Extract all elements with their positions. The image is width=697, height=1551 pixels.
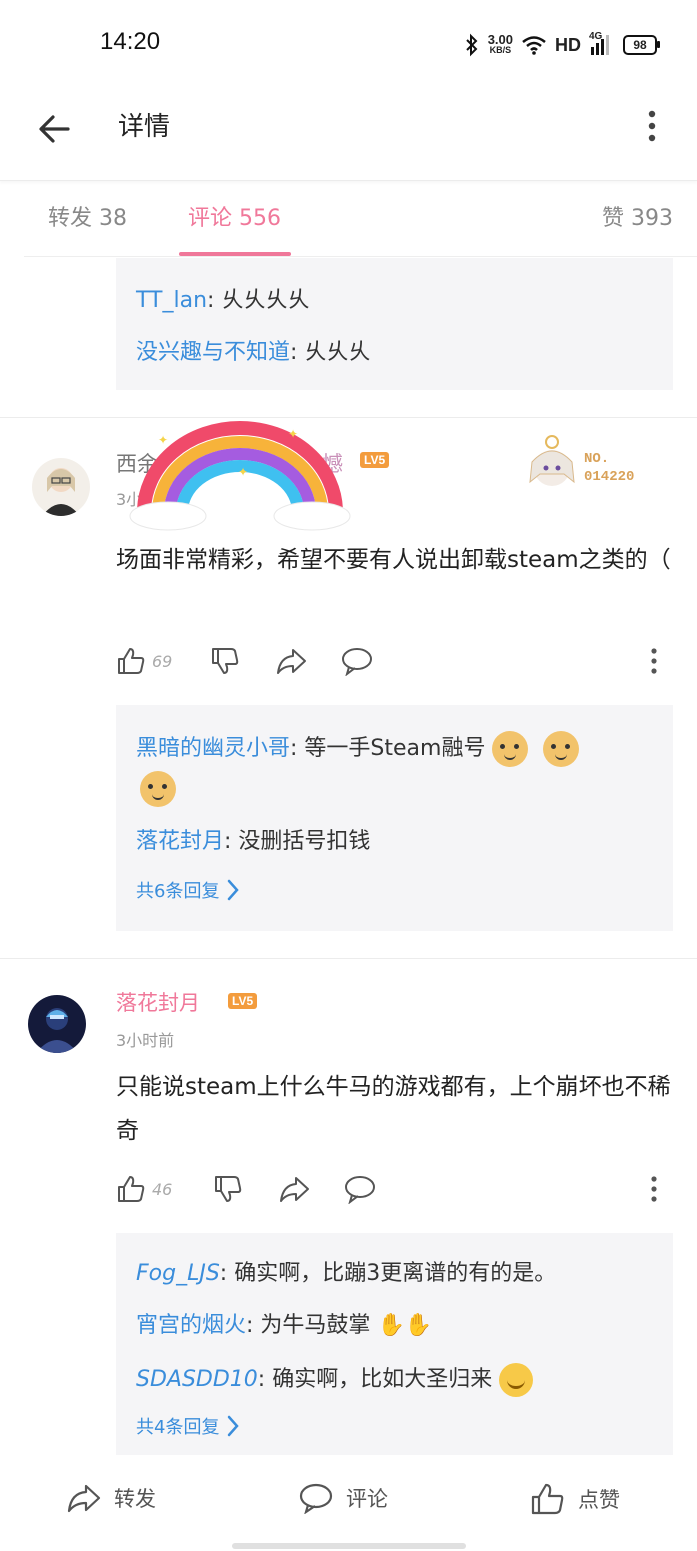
doge-emoji-icon bbox=[492, 731, 529, 767]
reply-item[interactable]: 宵宫的烟火: 为牛马鼓掌 ✋✋ bbox=[136, 1311, 432, 1341]
like-count: 46 bbox=[152, 1179, 173, 1199]
character-badge-icon bbox=[529, 435, 575, 486]
reply-author[interactable]: 落花封月 bbox=[136, 829, 224, 854]
reply-box: 黑暗的幽灵小哥: 等一手Steam融号 落花封月: 没删括号扣钱 共6条回复 bbox=[116, 705, 673, 931]
tabs-divider bbox=[24, 256, 697, 257]
reply-box: Fog_LJS: 确实啊，比蹦3更离谱的有的是。 宵宫的烟火: 为牛马鼓掌 ✋✋… bbox=[116, 1233, 673, 1455]
level-badge: LV5 bbox=[228, 993, 258, 1009]
fan-badge: NO. 014220 bbox=[518, 432, 658, 502]
net-speed-value: 3.00 bbox=[487, 32, 513, 47]
reply-text: 乆乆乆乆 bbox=[221, 288, 310, 313]
more-replies-link[interactable]: 共4条回复 bbox=[136, 1413, 240, 1439]
net-speed: 3.00 KB/S bbox=[487, 32, 513, 56]
avatar[interactable] bbox=[28, 995, 86, 1053]
thumbs-down-icon[interactable] bbox=[213, 1174, 243, 1204]
comment-label[interactable]: 评论 bbox=[346, 1483, 388, 1513]
reply-box: TT_lan: 乆乆乆乆 没兴趣与不知道: 乆乆乆 bbox=[116, 258, 673, 390]
bottom-action-bar: 转发 评论 点赞 bbox=[0, 1464, 697, 1551]
repost-button[interactable]: 转发 bbox=[66, 1482, 156, 1514]
status-icons: 3.00 KB/S HD 4G 98 bbox=[464, 28, 660, 62]
like-action[interactable]: 46 bbox=[116, 1174, 172, 1204]
comment-text: 场面非常精彩，希望不要有人说出卸载steam之类的（ bbox=[116, 547, 671, 573]
comment-username[interactable]: 落花封月 bbox=[116, 987, 200, 1017]
reply-text: 确实啊，比蹦3更离谱的有的是。 bbox=[234, 1261, 557, 1286]
back-arrow-icon[interactable] bbox=[34, 108, 76, 150]
reply-author[interactable]: 宵宫的烟火 bbox=[136, 1313, 246, 1338]
thumbs-up-icon bbox=[118, 1176, 145, 1202]
reply-item[interactable]: 落花封月: 没删括号扣钱 bbox=[136, 827, 370, 857]
status-bar: 14:20 3.00 KB/S HD 4G 98 bbox=[0, 0, 697, 80]
rainbow-decoration-icon: ✦ ✦ ✦ bbox=[129, 421, 351, 531]
thumbs-up-icon bbox=[531, 1483, 564, 1515]
level-badge: LV5 bbox=[360, 452, 390, 468]
like-action[interactable]: 69 bbox=[116, 646, 172, 676]
app-header: 详情 bbox=[0, 80, 697, 181]
chevron-right-icon bbox=[228, 879, 240, 901]
tab-comments[interactable]: 评论 556 bbox=[188, 200, 281, 232]
comment-time: 3小时前 bbox=[116, 1031, 175, 1050]
comment-icon bbox=[299, 1483, 333, 1514]
comment-icon[interactable] bbox=[343, 1174, 377, 1204]
like-button[interactable]: 点赞 bbox=[530, 1482, 620, 1516]
bluetooth-icon bbox=[465, 33, 478, 57]
share-icon[interactable] bbox=[278, 1174, 310, 1204]
reply-text: 为牛马鼓掌 bbox=[260, 1313, 371, 1338]
reply-author[interactable]: Fog_LJS bbox=[136, 1261, 220, 1286]
chevron-right-icon bbox=[228, 1415, 240, 1437]
avatar[interactable] bbox=[32, 458, 90, 516]
doge-emoji-icon bbox=[543, 731, 580, 767]
thumbs-up-icon bbox=[118, 648, 145, 674]
hd-label: HD bbox=[555, 34, 581, 55]
battery-icon: 98 bbox=[623, 35, 660, 55]
detail-tabs: 转发 38 评论 556 赞 393 bbox=[0, 182, 697, 258]
clap-emoji-icon: ✋✋ bbox=[377, 1313, 433, 1338]
reply-text: 乆乆乆 bbox=[304, 340, 371, 365]
share-icon[interactable] bbox=[275, 646, 307, 676]
tab-repost[interactable]: 转发 38 bbox=[48, 200, 127, 232]
reply-author[interactable]: 黑暗的幽灵小哥 bbox=[136, 736, 290, 761]
status-time: 14:20 bbox=[100, 28, 161, 55]
comment-item: 西余 憾 LV5 3小 ✦ ✦ ✦ NO. 014220 场面非常精彩，希望不要… bbox=[0, 418, 697, 958]
reply-item[interactable]: TT_lan: 乆乆乆乆 bbox=[136, 286, 309, 316]
like-label[interactable]: 点赞 bbox=[578, 1484, 620, 1514]
reply-item[interactable]: Fog_LJS: 确实啊，比蹦3更离谱的有的是。 bbox=[136, 1259, 556, 1289]
like-count: 69 bbox=[152, 651, 173, 671]
home-indicator[interactable] bbox=[232, 1543, 466, 1549]
doge-emoji-icon bbox=[140, 771, 176, 807]
reply-text: 等一手Steam融号 bbox=[304, 736, 486, 761]
badge-number: NO. 014220 bbox=[584, 451, 635, 485]
comment-text: 只能说steam上什么牛马的游戏都有，上个崩坏也不稀奇 bbox=[116, 1074, 671, 1144]
signal-icon: 4G bbox=[589, 31, 615, 57]
more-replies-link[interactable]: 共6条回复 bbox=[136, 877, 240, 903]
thumbs-down-icon[interactable] bbox=[210, 646, 240, 676]
reply-text: 确实啊，比如大圣归来 bbox=[272, 1367, 493, 1392]
page-title: 详情 bbox=[118, 112, 171, 142]
svg-text:✦: ✦ bbox=[158, 433, 168, 447]
tab-likes[interactable]: 赞 393 bbox=[602, 200, 673, 232]
share-icon bbox=[67, 1484, 101, 1513]
smile-emoji-icon bbox=[499, 1363, 534, 1397]
reply-text: 没删括号扣钱 bbox=[238, 829, 371, 854]
reply-item[interactable]: SDASDD10: 确实啊，比如大圣归来 bbox=[136, 1363, 534, 1397]
more-replies-label[interactable]: 共4条回复 bbox=[136, 1413, 219, 1439]
comment-button[interactable]: 评论 bbox=[298, 1482, 388, 1514]
comment-icon[interactable] bbox=[340, 646, 374, 676]
reply-item[interactable]: 黑暗的幽灵小哥: 等一手Steam融号 bbox=[136, 731, 580, 767]
repost-label[interactable]: 转发 bbox=[114, 1483, 156, 1513]
more-vertical-icon[interactable] bbox=[646, 1174, 662, 1204]
reply-author[interactable]: SDASDD10 bbox=[136, 1367, 258, 1392]
more-replies-label[interactable]: 共6条回复 bbox=[136, 877, 219, 903]
more-vertical-icon[interactable] bbox=[646, 646, 662, 676]
reply-author[interactable]: 没兴趣与不知道 bbox=[136, 340, 290, 365]
comment-item: 落花封月 LV5 3小时前 只能说steam上什么牛马的游戏都有，上个崩坏也不稀… bbox=[0, 959, 697, 1459]
svg-text:✦: ✦ bbox=[238, 465, 248, 479]
reply-item[interactable]: 没兴趣与不知道: 乆乆乆 bbox=[136, 338, 370, 368]
svg-text:✦: ✦ bbox=[288, 427, 298, 441]
more-vertical-icon[interactable] bbox=[640, 108, 664, 152]
net-speed-unit: KB/S bbox=[489, 45, 512, 55]
wifi-icon bbox=[522, 36, 546, 55]
reply-author[interactable]: TT_lan bbox=[136, 288, 207, 313]
